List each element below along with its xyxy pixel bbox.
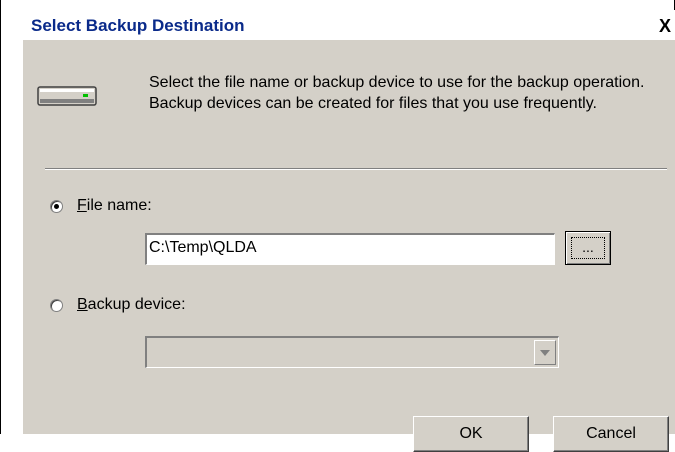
drive-icon xyxy=(37,86,97,106)
dialog-title: Select Backup Destination xyxy=(31,16,245,35)
backup-device-option[interactable]: Backup device: xyxy=(50,296,186,314)
cancel-button[interactable]: Cancel xyxy=(553,416,669,452)
separator xyxy=(45,168,667,170)
intro-text: Select the file name or backup device to… xyxy=(149,74,645,112)
select-backup-destination-dialog: Select Backup Destination X Select the f… xyxy=(23,10,675,452)
backup-device-radio[interactable] xyxy=(50,298,63,312)
window-frame: Select Backup Destination X Select the f… xyxy=(0,0,675,452)
ok-button[interactable]: OK xyxy=(413,416,529,452)
file-name-input[interactable]: C:\Temp\QLDA xyxy=(145,233,555,265)
dialog-body: Select the file name or backup device to… xyxy=(23,40,675,452)
backup-device-select[interactable] xyxy=(145,336,559,368)
file-name-radio[interactable] xyxy=(50,199,63,213)
browse-button[interactable]: ... xyxy=(565,231,611,265)
dialog-titlebar: Select Backup Destination X xyxy=(23,10,675,40)
browse-button-label: ... xyxy=(571,237,605,259)
file-name-label: File name: xyxy=(77,197,152,214)
backup-device-label: Backup device: xyxy=(77,296,186,313)
file-name-option[interactable]: File name: xyxy=(50,197,152,215)
chevron-down-icon[interactable] xyxy=(534,340,556,365)
close-icon[interactable]: X xyxy=(654,16,675,36)
